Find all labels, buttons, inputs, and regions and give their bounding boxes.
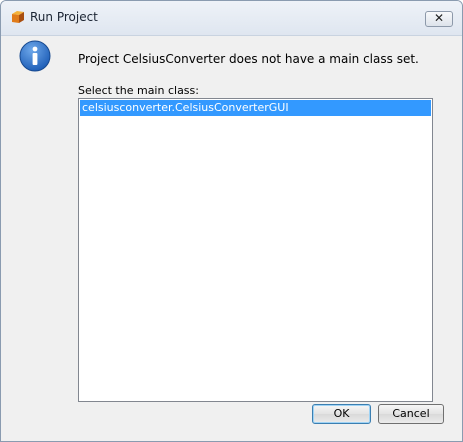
close-icon: ✕ <box>433 11 445 25</box>
close-button[interactable]: ✕ <box>425 11 453 27</box>
run-project-dialog: Run Project ✕ Project CelsiusConverter d… <box>0 0 463 442</box>
title-bar: Run Project ✕ <box>1 1 462 36</box>
ok-button[interactable]: OK <box>312 404 371 424</box>
window-title: Run Project <box>30 10 98 24</box>
cancel-button[interactable]: Cancel <box>378 404 444 424</box>
main-class-list[interactable]: celsiusconverter.CelsiusConverterGUI <box>78 98 433 402</box>
app-icon <box>11 10 25 24</box>
info-icon <box>19 40 51 72</box>
no-main-class-message: Project CelsiusConverter does not have a… <box>78 52 419 66</box>
main-class-list-label: Select the main class: <box>78 84 199 97</box>
dialog-content: Project CelsiusConverter does not have a… <box>1 36 462 441</box>
list-item-selected[interactable]: celsiusconverter.CelsiusConverterGUI <box>80 100 431 116</box>
